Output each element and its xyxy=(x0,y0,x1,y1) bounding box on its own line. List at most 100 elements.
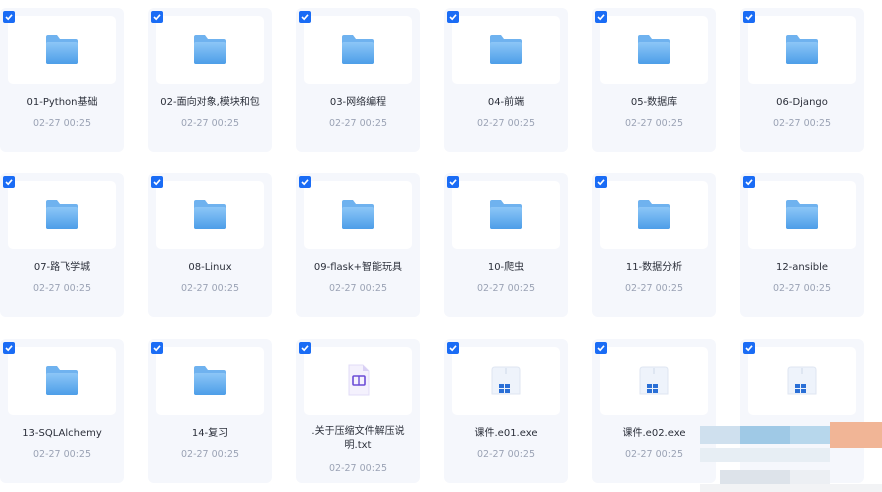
file-card[interactable]: 06-Django 02-27 00:25 xyxy=(740,8,864,152)
file-card[interactable]: 01-Python基础 02-27 00:25 xyxy=(0,8,124,152)
file-name[interactable]: 课件.e01.exe xyxy=(444,427,568,441)
select-checkbox[interactable] xyxy=(447,342,459,354)
file-thumbnail[interactable] xyxy=(156,181,264,249)
file-card[interactable]: 05-数据库 02-27 00:25 xyxy=(592,8,716,152)
file-thumbnail[interactable] xyxy=(600,16,708,84)
select-checkbox[interactable] xyxy=(743,176,755,188)
file-name[interactable]: 课件.e02.exe xyxy=(592,427,716,441)
select-checkbox[interactable] xyxy=(447,176,459,188)
file-date: 02-27 00:25 xyxy=(180,283,239,294)
file-card[interactable]: 04-前端 02-27 00:25 xyxy=(444,8,568,152)
file-name[interactable]: 03-网络编程 xyxy=(296,96,420,110)
file-date: 02-27 00:25 xyxy=(624,449,683,460)
file-card[interactable]: 02-面向对象,模块和包 02-27 00:25 xyxy=(148,8,272,152)
file-thumbnail[interactable] xyxy=(8,16,116,84)
file-thumbnail[interactable] xyxy=(156,16,264,84)
file-date: 02-27 00:25 xyxy=(624,118,683,129)
folder-icon xyxy=(341,198,375,230)
select-checkbox[interactable] xyxy=(299,176,311,188)
select-checkbox[interactable] xyxy=(743,342,755,354)
select-checkbox[interactable] xyxy=(3,11,15,23)
file-name[interactable]: 01-Python基础 xyxy=(0,96,124,110)
file-date: 02-27 00:25 xyxy=(180,449,239,460)
select-checkbox[interactable] xyxy=(3,342,15,354)
executable-icon xyxy=(489,364,523,396)
folder-icon xyxy=(45,33,79,65)
file-thumbnail[interactable] xyxy=(304,347,412,415)
file-thumbnail[interactable] xyxy=(304,16,412,84)
file-card[interactable]: 03-网络编程 02-27 00:25 xyxy=(296,8,420,152)
file-card[interactable]: 07-路飞学城 02-27 00:25 xyxy=(0,173,124,317)
file-card[interactable]: .关于压缩文件解压说明.txt 02-27 00:25 xyxy=(296,339,420,483)
file-thumbnail[interactable] xyxy=(8,181,116,249)
select-checkbox[interactable] xyxy=(151,342,163,354)
file-date: 02-27 00:25 xyxy=(328,283,387,294)
file-thumbnail[interactable] xyxy=(600,347,708,415)
file-name[interactable]: 08-Linux xyxy=(148,261,272,275)
select-checkbox[interactable] xyxy=(595,342,607,354)
select-checkbox[interactable] xyxy=(299,342,311,354)
select-checkbox[interactable] xyxy=(151,11,163,23)
file-date: 02-27 00:25 xyxy=(476,449,535,460)
select-checkbox[interactable] xyxy=(447,11,459,23)
select-checkbox[interactable] xyxy=(3,176,15,188)
file-date: 02-27 00:25 xyxy=(476,118,535,129)
file-date: 02-27 00:25 xyxy=(180,118,239,129)
file-name[interactable]: 02-面向对象,模块和包 xyxy=(148,96,272,110)
select-checkbox[interactable] xyxy=(595,11,607,23)
file-card[interactable]: 12-ansible 02-27 00:25 xyxy=(740,173,864,317)
file-thumbnail[interactable] xyxy=(452,16,560,84)
file-name[interactable]: 07-路飞学城 xyxy=(0,261,124,275)
folder-icon xyxy=(785,198,819,230)
file-card[interactable]: 课件.e01.exe 02-27 00:25 xyxy=(444,339,568,483)
file-card[interactable]: 11-数据分析 02-27 00:25 xyxy=(592,173,716,317)
file-thumbnail[interactable] xyxy=(452,181,560,249)
file-date: 02-27 00:25 xyxy=(328,463,387,474)
file-name[interactable]: 14-复习 xyxy=(148,427,272,441)
folder-icon xyxy=(489,198,523,230)
file-date: 02-27 00:25 xyxy=(624,283,683,294)
file-card[interactable]: 08-Linux 02-27 00:25 xyxy=(148,173,272,317)
select-checkbox[interactable] xyxy=(151,176,163,188)
file-card[interactable]: 14-复习 02-27 00:25 xyxy=(148,339,272,483)
select-checkbox[interactable] xyxy=(595,176,607,188)
file-date: 02-27 00:25 xyxy=(32,283,91,294)
file-name[interactable]: 11-数据分析 xyxy=(592,261,716,275)
folder-icon xyxy=(45,364,79,396)
file-date: 02-27 00:25 xyxy=(476,283,535,294)
file-date: 02-27 00:25 xyxy=(772,283,831,294)
file-thumbnail[interactable] xyxy=(8,347,116,415)
file-card[interactable]: 课件.e02.exe 02-27 00:25 xyxy=(592,339,716,483)
file-card[interactable]: 10-爬虫 02-27 00:25 xyxy=(444,173,568,317)
file-thumbnail[interactable] xyxy=(156,347,264,415)
executable-icon xyxy=(785,364,819,396)
file-name[interactable]: .关于压缩文件解压说明.txt xyxy=(296,425,420,453)
file-thumbnail[interactable] xyxy=(748,181,856,249)
file-name[interactable]: 13-SQLAlchemy xyxy=(0,427,124,441)
blurred-redaction xyxy=(700,418,882,492)
file-date: 02-27 00:25 xyxy=(32,449,91,460)
file-name[interactable]: 12-ansible xyxy=(740,261,864,275)
file-thumbnail[interactable] xyxy=(748,16,856,84)
file-thumbnail[interactable] xyxy=(304,181,412,249)
folder-icon xyxy=(785,33,819,65)
file-name[interactable]: 06-Django xyxy=(740,96,864,110)
file-name[interactable]: 10-爬虫 xyxy=(444,261,568,275)
file-name[interactable]: 04-前端 xyxy=(444,96,568,110)
folder-icon xyxy=(637,198,671,230)
file-name[interactable]: 05-数据库 xyxy=(592,96,716,110)
folder-icon xyxy=(193,33,227,65)
select-checkbox[interactable] xyxy=(743,11,755,23)
file-name[interactable]: 09-flask+智能玩具 xyxy=(296,261,420,275)
executable-icon xyxy=(637,364,671,396)
file-card[interactable]: 09-flask+智能玩具 02-27 00:25 xyxy=(296,173,420,317)
file-date: 02-27 00:25 xyxy=(772,118,831,129)
file-thumbnail[interactable] xyxy=(452,347,560,415)
file-thumbnail[interactable] xyxy=(600,181,708,249)
folder-icon xyxy=(45,198,79,230)
file-thumbnail[interactable] xyxy=(748,347,856,415)
file-date: 02-27 00:25 xyxy=(32,118,91,129)
text-document-icon xyxy=(341,364,375,396)
select-checkbox[interactable] xyxy=(299,11,311,23)
file-card[interactable]: 13-SQLAlchemy 02-27 00:25 xyxy=(0,339,124,483)
